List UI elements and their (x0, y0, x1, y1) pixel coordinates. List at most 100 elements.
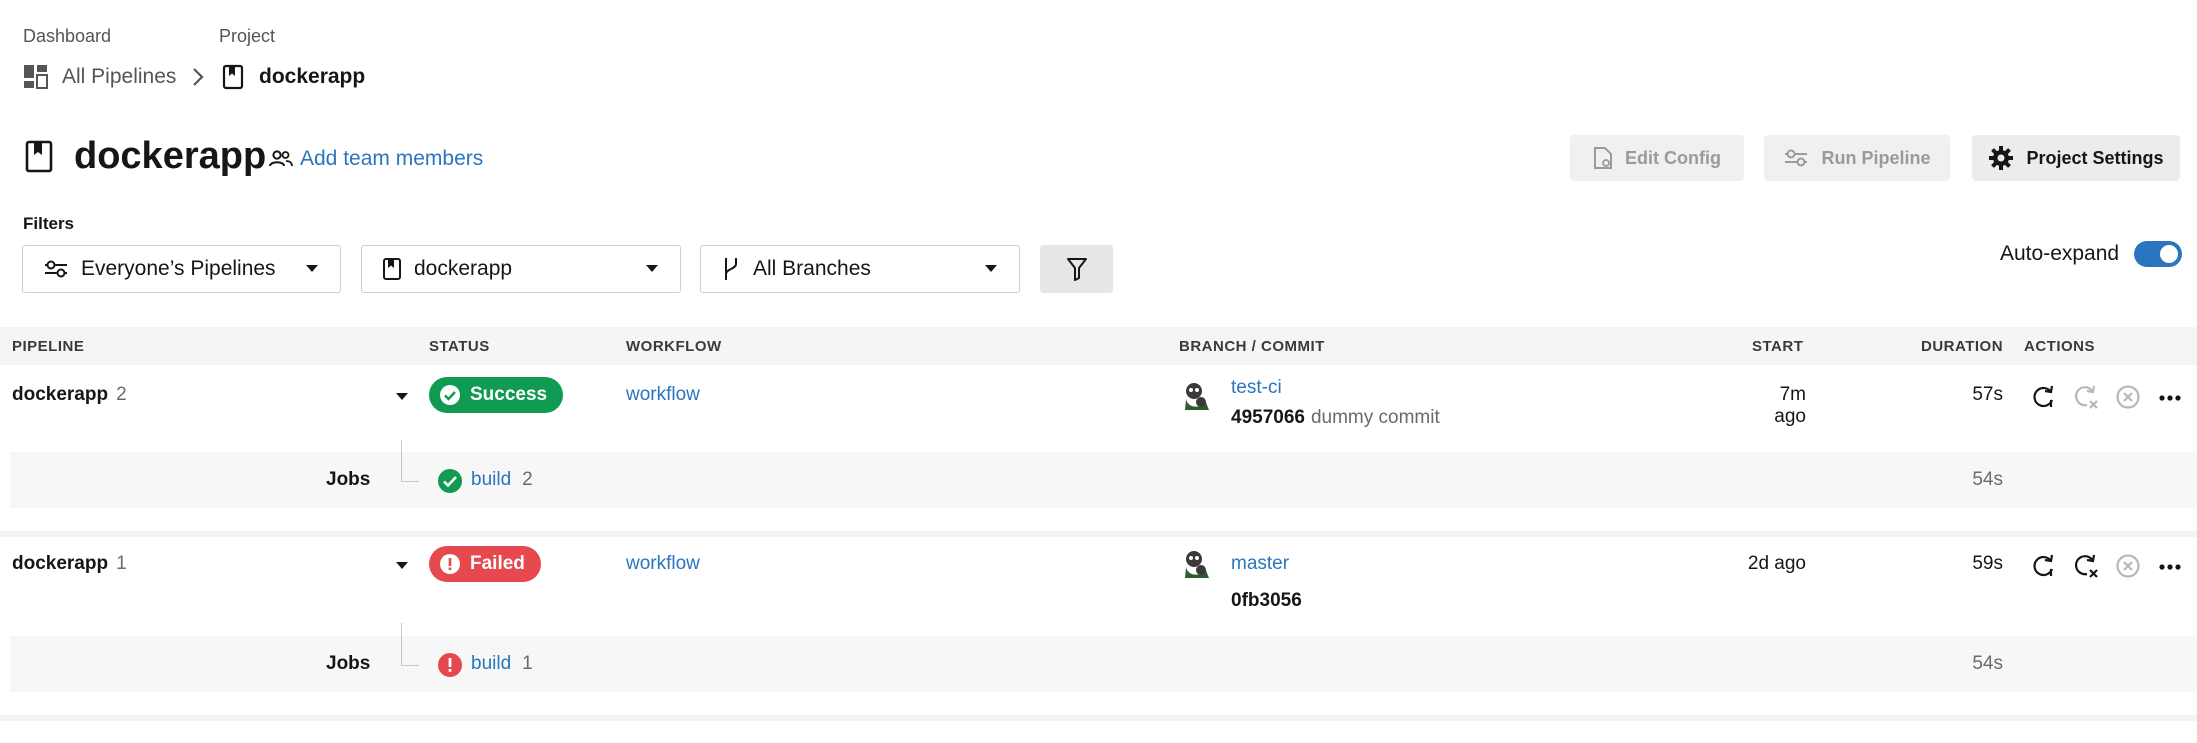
rerun-icon[interactable] (2030, 552, 2058, 580)
rerun-icon[interactable] (2030, 383, 2058, 411)
dashboard-grid-icon (23, 64, 48, 89)
run-pipeline-label: Run Pipeline (1821, 147, 1931, 168)
status-label: Success (470, 384, 548, 405)
start-time: 7m ago (1774, 384, 1806, 427)
job-number: 1 (522, 653, 533, 674)
chevron-right-icon (191, 66, 205, 93)
expand-chevron-icon[interactable] (396, 393, 408, 400)
branch-filter-select[interactable]: All Branches (700, 245, 1020, 293)
chevron-down-icon (306, 265, 318, 272)
workflow-link[interactable]: workflow (626, 553, 700, 575)
breadcrumb-dashboard-label: Dashboard (23, 26, 112, 46)
funnel-icon (1066, 256, 1088, 282)
check-circle-icon (439, 384, 470, 406)
job-number: 2 (522, 469, 533, 490)
bookmark-icon (382, 257, 414, 281)
branch-link[interactable]: master (1231, 553, 1289, 575)
table-header: PIPELINE STATUS WORKFLOW BRANCH / COMMIT… (0, 327, 2197, 365)
pipeline-number: 2 (116, 384, 127, 405)
job-item[interactable]: build 2 (471, 469, 533, 491)
jobs-label: Jobs (326, 469, 371, 490)
column-duration: DURATION (1921, 338, 2004, 355)
breadcrumb-project-label: Project (219, 26, 276, 46)
auto-expand-toggle[interactable] (2134, 241, 2182, 267)
breadcrumb-project[interactable]: dockerapp (222, 64, 365, 90)
status-badge: Success (429, 377, 564, 413)
pipeline-cell[interactable]: dockerapp 2 (12, 384, 127, 406)
column-status: STATUS (429, 338, 490, 355)
pipelines-filter-value: Everyone’s Pipelines (81, 257, 276, 280)
job-duration: 54s (1972, 469, 2003, 490)
file-gear-icon (1593, 146, 1625, 170)
job-status-check-icon (437, 468, 463, 499)
cancel-circle-icon[interactable] (2114, 383, 2142, 411)
duration: 57s (1972, 384, 2003, 405)
status-badge: Failed (429, 546, 541, 582)
add-team-members-link[interactable]: Add team members (269, 147, 483, 171)
column-workflow: WORKFLOW (626, 338, 722, 355)
job-duration: 54s (1972, 653, 2003, 674)
project-bookmark-icon (25, 140, 53, 178)
tree-connector (401, 440, 419, 482)
pipelines-filter-select[interactable]: Everyone’s Pipelines (22, 245, 341, 293)
pipeline-cell[interactable]: dockerapp 1 (12, 553, 127, 575)
breadcrumb-all-pipelines-label: All Pipelines (62, 64, 177, 88)
sliders-icon (43, 259, 81, 279)
cancel-circle-icon[interactable] (2114, 552, 2142, 580)
commit-message: dummy commit (1310, 407, 1440, 428)
chevron-down-icon (985, 265, 997, 272)
duration: 59s (1972, 553, 2003, 574)
run-pipeline-button[interactable]: Run Pipeline (1764, 135, 1950, 181)
job-name: build (471, 653, 512, 674)
more-dots-icon[interactable] (2156, 552, 2184, 580)
project-settings-label: Project Settings (2026, 147, 2164, 168)
more-dots-icon[interactable] (2156, 383, 2184, 411)
filter-button[interactable] (1040, 245, 1113, 293)
page-title: dockerapp (74, 135, 267, 177)
row-divider (0, 531, 2197, 537)
column-actions: ACTIONS (2024, 338, 2095, 355)
job-name: build (471, 469, 512, 490)
column-start: START (1752, 338, 1804, 355)
pipeline-name: dockerapp (12, 384, 109, 405)
workflow-link[interactable]: workflow (626, 384, 700, 406)
gear-icon (1988, 145, 2026, 171)
job-status-alert-icon (437, 652, 463, 683)
edit-config-label: Edit Config (1625, 147, 1721, 168)
expand-chevron-icon[interactable] (396, 562, 408, 569)
branch-link[interactable]: test-ci (1231, 377, 1282, 399)
rerun-failed-icon[interactable] (2072, 552, 2100, 580)
project-settings-button[interactable]: Project Settings (1972, 135, 2180, 181)
pipeline-number: 1 (116, 553, 127, 574)
start-time: 2d ago (1747, 553, 1806, 574)
toggle-knob (2160, 245, 2178, 263)
job-item[interactable]: build 1 (471, 653, 533, 675)
add-team-members-label: Add team members (300, 147, 484, 170)
row-divider (0, 715, 2197, 721)
commit-hash[interactable]: 4957066 (1231, 407, 1305, 428)
project-filter-select[interactable]: dockerapp (361, 245, 681, 293)
chevron-down-icon (646, 265, 658, 272)
column-pipeline: PIPELINE (12, 338, 85, 355)
status-label: Failed (470, 553, 525, 574)
breadcrumb-project-label-text: dockerapp (259, 65, 366, 88)
edit-config-button[interactable]: Edit Config (1570, 135, 1744, 181)
project-filter-value: dockerapp (414, 257, 513, 280)
git-branch-icon (721, 255, 753, 283)
tree-connector (401, 623, 419, 666)
filters-label: Filters (23, 214, 75, 233)
people-icon (269, 150, 293, 168)
rerun-failed-icon[interactable] (2072, 383, 2100, 411)
sliders-icon (1783, 148, 1821, 168)
pipeline-name: dockerapp (12, 553, 109, 574)
auto-expand-label: Auto-expand (2000, 242, 2120, 265)
alert-circle-icon (439, 553, 470, 575)
commit-hash[interactable]: 0fb3056 (1231, 590, 1302, 611)
branch-filter-value: All Branches (753, 257, 871, 280)
bookmark-icon (222, 64, 244, 90)
column-branch-commit: BRANCH / COMMIT (1179, 338, 1325, 355)
breadcrumb-all-pipelines[interactable]: All Pipelines (23, 64, 176, 89)
jobs-label: Jobs (326, 653, 371, 674)
commit-info: 4957066 dummy commit (1231, 407, 1440, 429)
avatar (1179, 548, 1213, 582)
